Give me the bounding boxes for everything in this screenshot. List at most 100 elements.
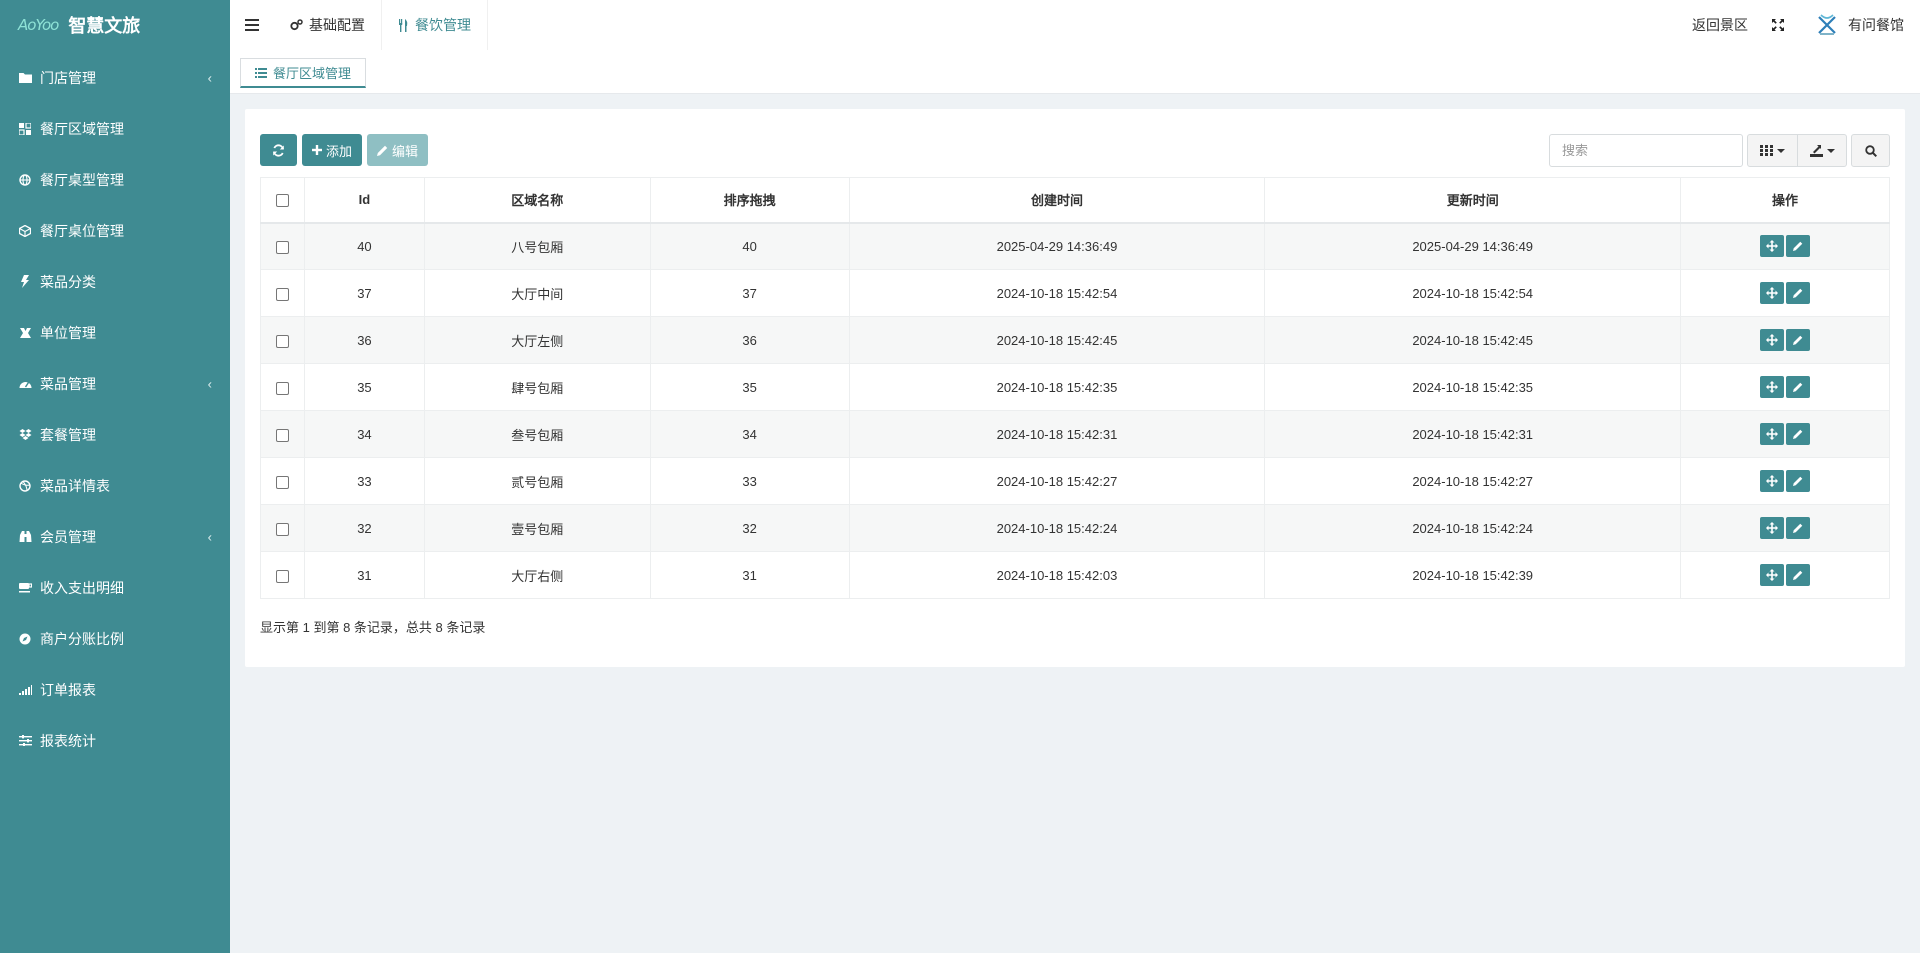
sidebar-item[interactable]: 菜品分类	[0, 256, 230, 307]
row-edit-button[interactable]	[1786, 470, 1811, 492]
sidebar-item-label: 套餐管理	[40, 426, 96, 443]
table-row[interactable]: 32 壹号包厢 32 2024-10-18 15:42:24 2024-10-18 15…	[260, 504, 1890, 552]
row-edit-button[interactable]	[1786, 376, 1811, 398]
cell-updated: 2025-04-29 14:36:49	[1264, 222, 1682, 270]
table-row[interactable]: 40 八号包厢 40 2025-04-29 14:36:49 2025-04-29 14…	[260, 222, 1890, 270]
columns-toggle-button[interactable]	[1748, 135, 1797, 166]
table-row[interactable]: 36 大厅左侧 36 2024-10-18 15:42:45 2024-10-18 15…	[260, 316, 1890, 364]
cell-id: 34	[303, 410, 425, 458]
row-checkbox[interactable]	[275, 381, 289, 395]
cell-actions	[1680, 551, 1890, 599]
pencil-icon	[377, 145, 388, 156]
cell-created: 2024-10-18 15:42:35	[848, 363, 1266, 411]
bolt-icon	[18, 275, 32, 289]
table-row[interactable]: 37 大厅中间 37 2024-10-18 15:42:54 2024-10-18 15…	[260, 269, 1890, 317]
sidebar-item[interactable]: 菜品管理 ‹	[0, 358, 230, 409]
column-header-id[interactable]: Id	[303, 177, 425, 224]
sidebar-item[interactable]: 套餐管理	[0, 409, 230, 460]
row-checkbox[interactable]	[275, 569, 289, 583]
column-header-updated[interactable]: 更新时间	[1264, 177, 1682, 224]
sidebar-item[interactable]: 门店管理 ‹	[0, 52, 230, 103]
table-row[interactable]: 34 叁号包厢 34 2024-10-18 15:42:31 2024-10-18 15…	[260, 410, 1890, 458]
drag-sort-button[interactable]	[1760, 564, 1785, 586]
table-row[interactable]: 33 贰号包厢 33 2024-10-18 15:42:27 2024-10-18 15…	[260, 457, 1890, 505]
row-checkbox[interactable]	[275, 475, 289, 489]
row-edit-button[interactable]	[1786, 329, 1811, 351]
cell-created: 2024-10-18 15:42:24	[848, 504, 1266, 552]
avatar	[1814, 12, 1840, 38]
drag-sort-button[interactable]	[1760, 282, 1785, 304]
drag-sort-button[interactable]	[1760, 329, 1785, 351]
row-select-cell	[260, 363, 305, 411]
cutlery-icon	[398, 18, 409, 32]
table-row[interactable]: 35 肆号包厢 35 2024-10-18 15:42:35 2024-10-18 15…	[260, 363, 1890, 411]
sidebar-item[interactable]: 餐厅桌型管理	[0, 154, 230, 205]
move-icon	[1766, 334, 1779, 346]
sidebar-item[interactable]: 会员管理 ‹	[0, 511, 230, 562]
coffee-icon	[18, 581, 32, 595]
row-edit-button[interactable]	[1786, 282, 1811, 304]
sidebar-item[interactable]: 餐厅区域管理	[0, 103, 230, 154]
sidebar-item[interactable]: 报表统计	[0, 715, 230, 766]
refresh-button[interactable]	[260, 134, 297, 166]
search-area	[1549, 134, 1890, 167]
chevron-down-icon	[1777, 148, 1785, 153]
cell-actions	[1680, 410, 1890, 458]
back-to-scenic-link[interactable]: 返回景区	[1692, 15, 1748, 35]
row-checkbox[interactable]	[275, 522, 289, 536]
select-all-checkbox[interactable]	[275, 194, 289, 208]
edit-button[interactable]: 编辑	[367, 134, 429, 166]
table-row[interactable]: 31 大厅右侧 31 2024-10-18 15:42:03 2024-10-18 15…	[260, 551, 1890, 599]
column-header-area-name[interactable]: 区域名称	[423, 177, 651, 224]
sidebar-item[interactable]: 收入支出明细	[0, 562, 230, 613]
row-checkbox[interactable]	[275, 240, 289, 254]
tab-basic-config[interactable]: 基础配置	[274, 0, 381, 50]
drag-sort-button[interactable]	[1760, 423, 1785, 445]
pencil-icon	[1793, 476, 1803, 486]
drag-sort-button[interactable]	[1760, 235, 1785, 258]
move-icon	[1766, 522, 1779, 534]
user-menu[interactable]: 有问餐馆	[1814, 12, 1904, 38]
row-select-cell	[260, 410, 305, 458]
sidebar-item[interactable]: 菜品详情表	[0, 460, 230, 511]
column-header-sort[interactable]: 排序拖拽	[649, 177, 850, 224]
cell-sort: 32	[649, 504, 850, 552]
cell-id: 35	[303, 363, 425, 411]
drag-sort-button[interactable]	[1760, 376, 1785, 398]
page-tab-label: 餐厅区域管理	[273, 66, 352, 81]
fullscreen-button[interactable]	[1772, 19, 1784, 31]
sidebar-item[interactable]: 订单报表	[0, 664, 230, 715]
sidebar-item-label: 餐厅桌位管理	[40, 222, 124, 239]
row-checkbox[interactable]	[275, 334, 289, 348]
move-icon	[1766, 240, 1779, 253]
add-button[interactable]: 添加	[302, 134, 363, 166]
row-edit-button[interactable]	[1786, 423, 1811, 445]
sidebar-item[interactable]: 商户分账比例	[0, 613, 230, 664]
drag-sort-button[interactable]	[1760, 470, 1785, 492]
dribbble-icon	[18, 479, 32, 493]
cell-area-name: 叁号包厢	[423, 410, 651, 458]
row-edit-button[interactable]	[1786, 564, 1811, 586]
row-checkbox[interactable]	[275, 428, 289, 442]
cell-actions	[1680, 269, 1890, 317]
sidebar-toggle-button[interactable]	[230, 0, 274, 50]
row-edit-button[interactable]	[1786, 235, 1811, 258]
search-input[interactable]	[1549, 134, 1743, 167]
row-checkbox[interactable]	[275, 287, 289, 301]
pencil-icon	[1793, 523, 1803, 533]
column-header-created[interactable]: 创建时间	[848, 177, 1266, 224]
brand[interactable]: AoYoo 智慧文旅	[0, 0, 230, 50]
cell-id: 32	[303, 504, 425, 552]
sidebar-item[interactable]: 单位管理	[0, 307, 230, 358]
sidebar-item[interactable]: 餐厅桌位管理	[0, 205, 230, 256]
cell-created: 2025-04-29 14:36:49	[848, 222, 1266, 270]
cell-area-name: 壹号包厢	[423, 504, 651, 552]
row-select-cell	[260, 222, 305, 270]
drag-sort-button[interactable]	[1760, 517, 1785, 539]
tab-catering[interactable]: 餐饮管理	[381, 0, 488, 50]
sidebar-menu: 门店管理 ‹ 餐厅区域管理 餐厅桌型管理餐厅桌位管理菜品分类 单位管理 菜品管理 ‹ 套餐管理…	[0, 52, 230, 766]
row-edit-button[interactable]	[1786, 517, 1811, 539]
export-button[interactable]	[1797, 135, 1846, 166]
search-button[interactable]	[1851, 134, 1890, 167]
page-tab-restaurant-area[interactable]: 餐厅区域管理	[240, 58, 367, 88]
